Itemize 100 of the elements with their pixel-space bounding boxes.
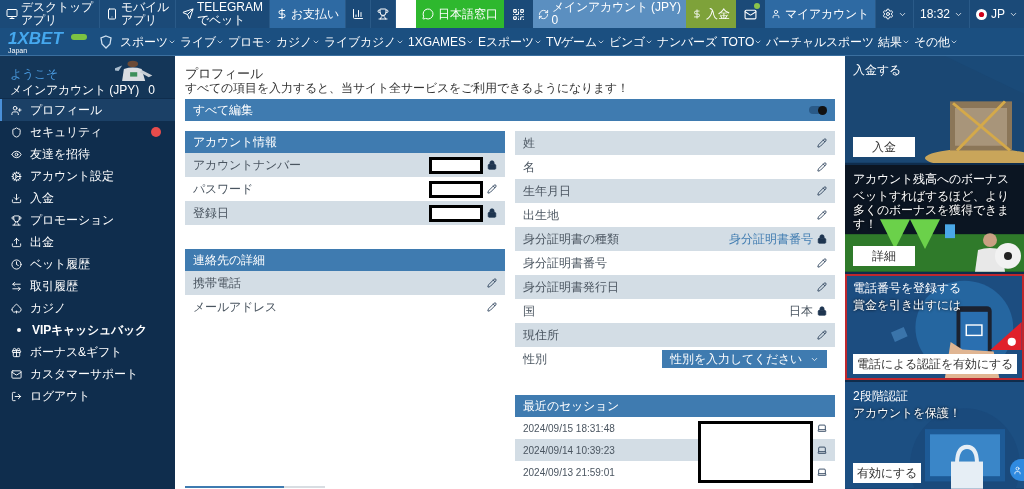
field-label: 登録日 [193,205,229,222]
dollar-icon [691,9,702,19]
promo-title: 入金する [853,63,902,78]
shield-icon[interactable] [100,34,112,49]
envelope-icon [743,7,757,21]
language-button[interactable]: JP [969,0,1024,28]
nav-menu-item[interactable]: TVゲーム [546,32,606,51]
promo-button[interactable]: 有効にする [853,463,921,483]
session-time: 2024/09/15 18:31:48 [523,421,615,436]
pencil-icon[interactable] [487,302,497,312]
sidebar-item[interactable]: セキュリティ [0,121,175,143]
field-label: 携帯電話 [193,275,241,292]
pencil-icon[interactable] [487,278,497,288]
pencil-icon[interactable] [487,184,497,194]
mail-button[interactable] [735,0,765,28]
pencil-icon[interactable] [817,282,827,292]
field-label: 性別 [523,351,547,368]
logout-icon [11,390,22,402]
sidebar-item[interactable]: VIPキャッシュバック [0,319,175,341]
promo-title: 2段階認証 [853,389,909,405]
nav-menu-item[interactable]: カジノ [276,32,320,51]
nav-menu-item[interactable]: Eスポーツ [478,32,543,51]
sidebar-item[interactable]: アカウント設定 [0,165,175,187]
field-label: 出生地 [523,207,559,224]
chat-icon [421,8,434,20]
pencil-icon[interactable] [817,258,827,268]
top-bar-button[interactable] [346,0,371,28]
pencil-icon[interactable] [817,330,827,340]
pencil-icon[interactable] [817,210,827,220]
nav-menu-item[interactable]: その他 [914,32,959,51]
nav-menu-item[interactable]: スポーツ [120,32,176,51]
top-bar-button[interactable]: モバイル アプリ [100,0,176,28]
sidebar-item[interactable]: 取引履歴 [0,275,175,297]
top-bar-button[interactable]: デスクトップ アプリ [0,0,100,28]
pencil-icon[interactable] [817,138,827,148]
gift-icon [11,346,22,358]
sidebar-item[interactable]: プロフィール [0,99,175,121]
toggle-switch[interactable] [809,106,827,114]
nav-menu-item[interactable]: 結果 [878,32,911,51]
gender-select[interactable]: 性別を入力してください [662,350,827,368]
page-subtitle: すべての項目を入力すると、当サイト全サービスをご利用できるようになります！ [185,81,630,95]
field-label: 姓 [523,135,535,152]
sidebar-item[interactable]: プロモーション [0,209,175,231]
sidebar-item[interactable]: 友達を招待 [0,143,175,165]
field-label: アカウントナンバー [193,157,301,174]
arrows-icon [11,280,22,292]
field-label: パスワード [193,181,253,198]
pencil-icon[interactable] [817,186,827,196]
sidebar-item[interactable]: ベット履歴 [0,253,175,275]
nav-menu-item[interactable]: ナンバーズ [657,32,718,51]
button-label: でベット [197,14,246,27]
shield-icon [11,126,22,138]
promo-subtitle: アカウントを保護！ [853,406,962,421]
nav-menu-item[interactable]: バーチャルスポーツ [766,32,875,51]
nav-menu-item[interactable]: プロモ [228,32,272,51]
session-time: 2024/09/13 21:59:01 [523,465,615,480]
pencil-icon[interactable] [817,162,827,172]
alert-ribbon-icon [990,322,1022,351]
trophy-icon [11,214,22,226]
section-header: 連絡先の詳細 [185,249,505,271]
button-label: TELEGRAM [197,1,263,14]
promo-button[interactable]: 入金 [853,136,915,157]
my-account-button[interactable]: マイアカウント [764,0,875,28]
promo-title: 電話番号を登録する [853,280,962,296]
sidebar-item[interactable]: ログアウト [0,385,175,407]
field-value: 身分証明書番号 [729,231,813,248]
account-name: メインアカウント (JPY) [551,1,681,14]
clock-icon [11,258,22,270]
trophy-icon [377,8,389,20]
nav-menu-item[interactable]: ライブ [180,32,224,51]
sidebar-item[interactable]: 入金 [0,187,175,209]
button-label: お支払い [291,7,339,21]
nav-menu-item[interactable]: ライブカジノ [324,32,404,51]
sidebar-item[interactable]: ボーナス&ギフト [0,341,175,363]
upload-icon [11,236,22,248]
dollar-icon [276,8,288,20]
qr-code-button[interactable] [503,0,533,28]
page-title: プロフィール [185,66,264,81]
top-bar-button[interactable]: TELEGRAM でベット [176,0,270,28]
promo-button[interactable]: 電話による認証を有効にする [853,354,1017,375]
top-bar-button[interactable]: お支払い [270,0,346,28]
refresh-icon [537,8,549,20]
settings-button[interactable] [874,0,913,28]
nav-menu-item[interactable]: ビンゴ [609,32,654,51]
gears-icon [11,170,22,182]
account-balance: 0 [148,82,155,99]
sidebar-item[interactable]: 出金 [0,231,175,253]
new-badge [70,33,87,40]
account-balance: 0 [551,14,560,27]
sidebar-item[interactable]: カスタマーサポート [0,363,175,385]
top-bar-button[interactable] [371,0,396,28]
time-button[interactable]: 18:32 [912,0,969,28]
nav-menu-item[interactable]: 1XGAMES [408,32,475,51]
promo-button[interactable]: 詳細 [853,245,915,266]
bar-chart-icon [352,8,364,20]
nav-menu-item[interactable]: TOTO [721,32,763,51]
download-icon [11,192,22,204]
sidebar-item[interactable]: カジノ [0,297,175,319]
envelope-icon [11,368,22,380]
button-label: アプリ [121,14,158,27]
